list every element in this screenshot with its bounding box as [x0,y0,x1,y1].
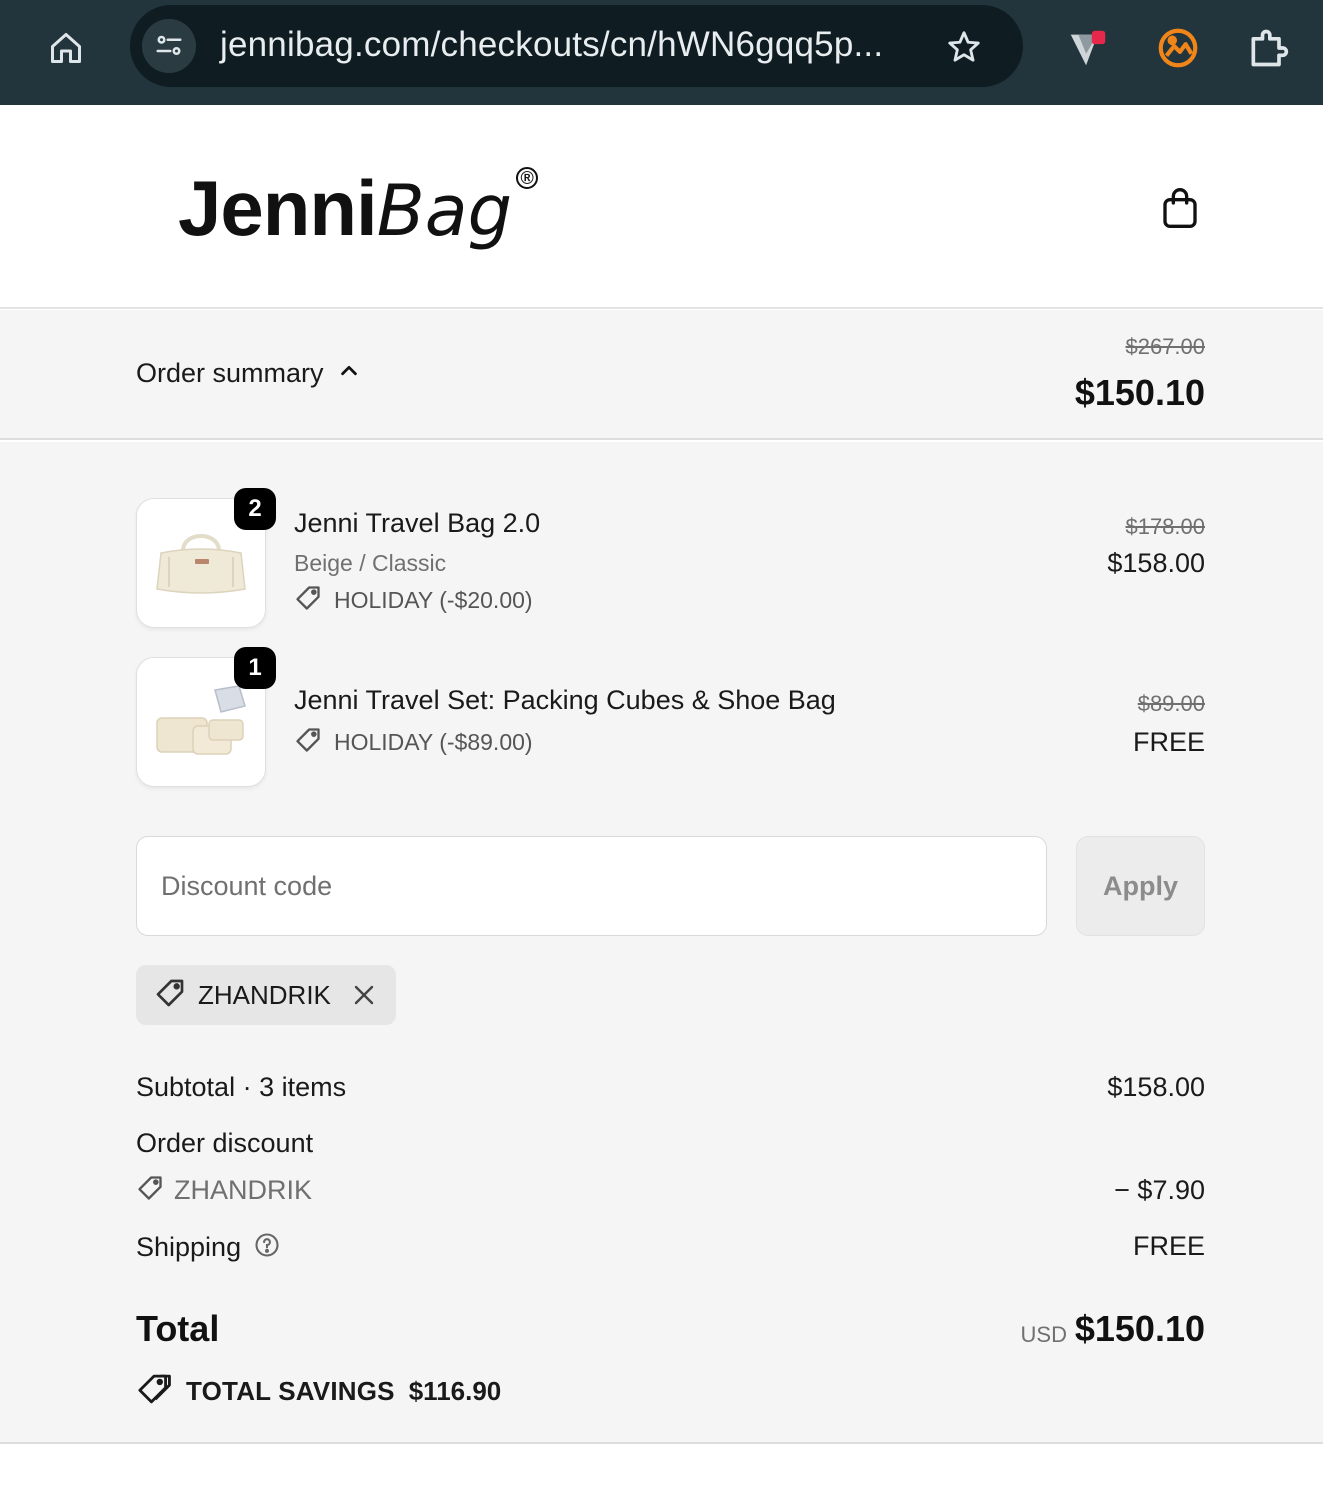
total-value: $150.10 [1074,1308,1205,1349]
tag-icon [294,726,322,759]
applied-code-label: ZHANDRIK [198,979,331,1010]
shipping-row-label: Shipping [136,1231,281,1264]
subtotal-value: $158.00 [1107,1072,1205,1102]
address-bar[interactable]: jennibag.com/checkouts/cn/hWN6gqq5p... [130,5,1023,87]
item-discount: HOLIDAY (-$89.00) [294,726,533,759]
item-discount: HOLIDAY (-$20.00) [294,584,533,617]
extension-bookmark-icon[interactable] [1064,24,1112,72]
item-title: Jenni Travel Set: Packing Cubes & Shoe B… [294,685,836,715]
order-discount-value: − $7.90 [1114,1175,1205,1205]
order-summary-bar: Order summary $267.00 $150.10 [0,310,1323,440]
site-header: JenniBag ® [0,105,1323,309]
subtotal-label: Subtotal · 3 items [136,1072,347,1102]
logo-text-bold: Jenni [178,164,378,252]
total-label: Total [136,1308,220,1349]
shopping-bag-icon[interactable] [1155,183,1205,233]
url-text[interactable]: jennibag.com/checkouts/cn/hWN6gqq5p... [220,25,883,65]
extensions-puzzle-icon[interactable] [1244,24,1292,72]
order-summary-toggle[interactable]: Order summary [136,358,360,389]
star-icon[interactable] [942,25,986,69]
tag-icon [294,584,322,617]
line-item: 1 Jenni Travel Set: Packing Cubes & Shoe… [136,647,1205,787]
item-price: $158.00 [1107,548,1205,578]
browser-toolbar: jennibag.com/checkouts/cn/hWN6gqq5p... [0,0,1323,105]
item-title: Jenni Travel Bag 2.0 [294,508,541,538]
order-summary-label: Order summary [136,358,324,388]
item-discount-text: HOLIDAY (-$20.00) [334,587,533,613]
quantity-badge: 1 [234,647,276,689]
applied-code-chip: ZHANDRIK [136,965,396,1025]
savings-tag-icon [136,1372,172,1411]
jennibag-logo[interactable]: JenniBag ® [178,163,539,253]
order-discount-code-text: ZHANDRIK [174,1175,313,1205]
order-discount-label: Order discount [136,1128,314,1158]
savings-label: TOTAL SAVINGS [186,1376,395,1406]
item-variant: Beige / Classic [294,550,447,576]
order-summary-content: 2 Jenni Travel Bag 2.0 Beige / Classic H… [0,442,1323,1444]
line-item: 2 Jenni Travel Bag 2.0 Beige / Classic H… [136,488,1205,628]
item-price: FREE [1132,727,1205,757]
discount-code-input[interactable] [136,836,1047,936]
site-info-icon[interactable] [142,19,196,73]
tag-icon [154,977,186,1014]
item-original-price: $89.00 [1137,691,1205,716]
savings-value: $116.90 [408,1376,502,1406]
summary-total: $150.10 [1074,372,1205,413]
apply-discount-button[interactable]: Apply [1076,836,1205,936]
item-discount-text: HOLIDAY (-$89.00) [334,729,533,755]
total-currency: USD [1020,1322,1067,1347]
total-savings: TOTAL SAVINGS $116.90 [136,1372,501,1411]
remove-code-close-icon[interactable] [349,980,379,1010]
registered-mark: ® [516,167,539,189]
extension-image-icon[interactable] [1154,24,1202,72]
order-discount-code: ZHANDRIK [136,1174,312,1207]
logo-text-italic: Bag [376,170,513,252]
shipping-label: Shipping [136,1232,242,1262]
home-icon[interactable] [40,22,92,74]
help-circle-icon[interactable] [253,1231,281,1264]
tag-icon [136,1174,164,1207]
item-original-price: $178.00 [1125,514,1205,539]
quantity-badge: 2 [234,488,276,530]
shipping-value: FREE [1132,1231,1205,1261]
summary-original-total: $267.00 [1125,334,1205,359]
chevron-up-icon [338,360,360,387]
